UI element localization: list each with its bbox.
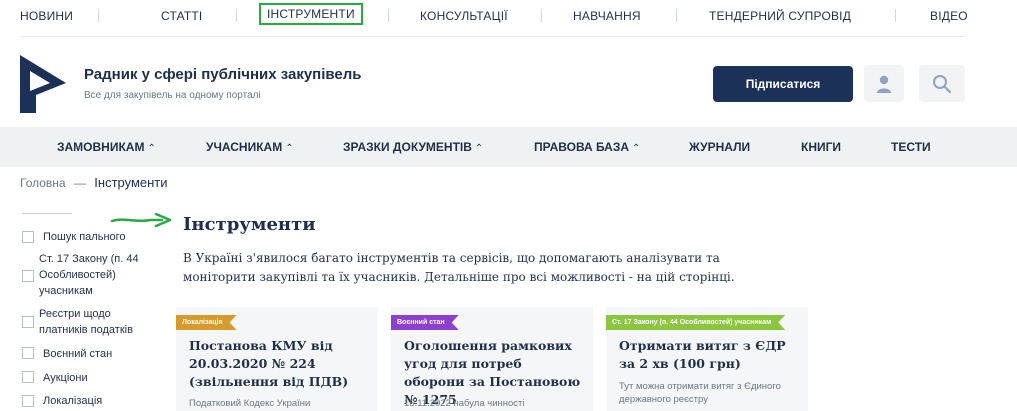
sidebar-divider: [22, 213, 72, 214]
user-icon: [877, 75, 891, 93]
card-tag[interactable]: Локалізація: [176, 315, 237, 330]
main-nav-books[interactable]: КНИГИ: [801, 140, 841, 154]
top-nav-separator: [676, 9, 677, 22]
top-nav-separator: [541, 9, 542, 22]
filter-fuel-search[interactable]: Пошук пального: [22, 229, 162, 245]
card-meta: Податковий Кодекс України: [189, 398, 311, 409]
card-title[interactable]: Отримати витяг з ЄДР за 2 хв (100 грн): [619, 337, 799, 373]
filter-checkbox[interactable]: [22, 347, 34, 359]
chevron-up-icon: ⌃: [147, 143, 156, 154]
filter-checkbox[interactable]: [22, 316, 34, 328]
top-nav-articles[interactable]: СТАТТІ: [161, 9, 202, 23]
main-nav-legal-base[interactable]: ПРАВОВА БАЗА ⌃: [534, 140, 640, 154]
top-nav-separator: [236, 9, 237, 22]
top-nav-video[interactable]: ВІДЕО: [930, 9, 968, 23]
site-title[interactable]: Радник у сфері публічних закупівель: [84, 66, 362, 83]
top-nav-consultations[interactable]: КОНСУЛЬТАЦІЇ: [420, 9, 508, 23]
breadcrumb: Головна — Інструменти: [20, 175, 168, 190]
card-title[interactable]: Постанова КМУ від 20.03.2020 № 224 (звіл…: [189, 337, 369, 391]
card-tag[interactable]: Ст. 17 Закону (п. 44 Особливостей) учасн…: [606, 315, 785, 330]
subscribe-button[interactable]: Підписатися: [713, 66, 853, 102]
site-logo-icon[interactable]: [20, 55, 66, 113]
search-button[interactable]: [919, 65, 965, 102]
page-title: Інструменти: [183, 214, 316, 235]
search-icon: [933, 74, 952, 93]
filter-martial-law[interactable]: Воєнний стан: [22, 346, 162, 362]
chevron-up-icon: ⌃: [285, 143, 294, 154]
breadcrumb-separator: —: [73, 176, 86, 190]
filter-tax-registers[interactable]: Реєстри щодо платників податків: [22, 306, 162, 338]
main-nav-participants[interactable]: УЧАСНИКАМ ⌃: [206, 140, 294, 154]
top-nav-news[interactable]: НОВИНИ: [20, 9, 73, 23]
top-nav-tools[interactable]: ІНСТРУМЕНТИ: [259, 3, 363, 25]
tool-card[interactable]: Воєнний стан Оголошення рамкових угод дл…: [391, 307, 593, 411]
card-tag[interactable]: Воєнний стан: [391, 315, 459, 330]
top-nav: НОВИНИ СТАТТІ ІНСТРУМЕНТИ КОНСУЛЬТАЦІЇ Н…: [0, 0, 1017, 32]
filter-article-17[interactable]: Ст. 17 Закону (п. 44 Особливостей) учасн…: [22, 251, 162, 299]
filter-checkbox[interactable]: [22, 395, 34, 407]
site-subtitle: Все для закупівель на одному порталі: [84, 90, 261, 101]
filter-checkbox[interactable]: [22, 371, 34, 383]
arrow-right-icon: [110, 212, 172, 228]
filter-auctions[interactable]: Аукціони: [22, 370, 162, 386]
top-nav-tender-support[interactable]: ТЕНДЕРНИЙ СУПРОВІД: [709, 9, 851, 23]
card-meta: 15.11.2022 набула чинності: [404, 398, 525, 409]
breadcrumb-current: Інструменти: [94, 175, 168, 190]
filter-checkbox[interactable]: [22, 270, 34, 282]
user-button[interactable]: [864, 65, 904, 102]
filter-checkbox[interactable]: [22, 231, 34, 243]
top-nav-education[interactable]: НАВЧАННЯ: [573, 9, 641, 23]
top-nav-separator: [388, 9, 389, 22]
breadcrumb-home[interactable]: Головна: [20, 176, 66, 190]
chevron-up-icon: ⌃: [632, 143, 641, 154]
top-divider: [20, 36, 965, 37]
page-intro: В Україні з'явилося багато інструментів …: [183, 251, 735, 284]
main-nav: ЗАМОВНИКАМ ⌃ УЧАСНИКАМ ⌃ ЗРАЗКИ ДОКУМЕНТІВ…: [0, 127, 1017, 167]
card-meta: Тут можна отримати витяг з Єдиного держа…: [619, 381, 781, 405]
filter-localization[interactable]: Локалізація: [22, 393, 162, 409]
chevron-up-icon: ⌃: [474, 143, 484, 154]
main-nav-tests[interactable]: ТЕСТИ: [891, 140, 931, 154]
main-nav-document-samples[interactable]: ЗРАЗКИ ДОКУМЕНТІВ ⌃: [343, 140, 483, 154]
main-nav-customers[interactable]: ЗАМОВНИКАМ ⌃: [57, 140, 156, 154]
tool-card[interactable]: Ст. 17 Закону (п. 44 Особливостей) учасн…: [606, 307, 808, 411]
main-nav-journals[interactable]: ЖУРНАЛИ: [689, 140, 750, 154]
top-nav-separator: [895, 9, 896, 22]
tool-card[interactable]: Локалізація Постанова КМУ від 20.03.2020…: [176, 307, 378, 411]
top-nav-separator: [98, 9, 99, 22]
